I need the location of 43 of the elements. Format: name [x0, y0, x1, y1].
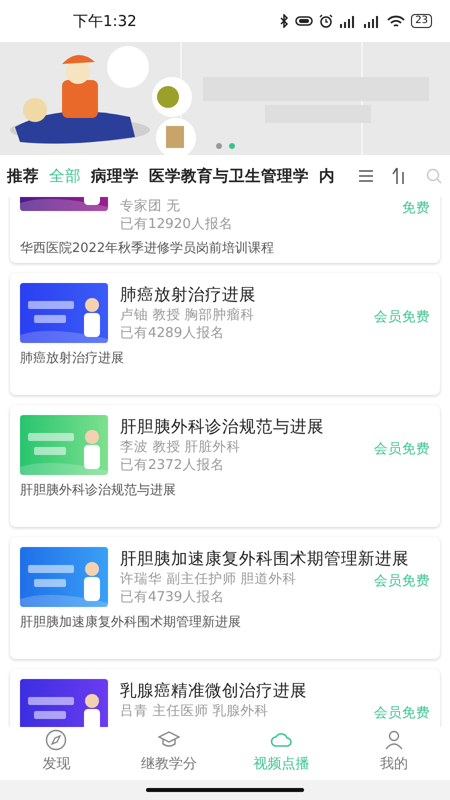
- wifi-icon: [387, 14, 406, 28]
- menu-icon[interactable]: [358, 169, 374, 183]
- enrollment-count: 已有12920人报名: [120, 215, 233, 233]
- course-title: 肝胆胰加速康复外科围术期管理新进展: [120, 548, 409, 570]
- course-card[interactable]: 专家团 无 已有12920人报名 免费 华西医院2022年秋季进修学员岗前培训课程: [10, 197, 440, 263]
- course-description: 华西医院2022年秋季进修学员岗前培训课程: [20, 240, 276, 257]
- enrollment-count: 已有4289人报名: [120, 324, 226, 342]
- lecturer-info: 吕青 主任医师 乳腺外科: [120, 702, 269, 720]
- battery-indicator: 23: [411, 14, 432, 28]
- alarm-icon: [319, 14, 334, 28]
- nav-tab[interactable]: 继教学分: [112, 729, 225, 780]
- category-tab[interactable]: 医学教育与卫生管理学: [149, 166, 309, 186]
- enrollment-count: 已有4739人报名: [120, 588, 226, 606]
- course-card[interactable]: 乳腺癌精准微创治疗进展 吕青 主任医师 乳腺外科 会员免费: [10, 669, 440, 727]
- course-card[interactable]: 肺癌放射治疗进展 卢铀 教授 胸部肿瘤科 已有4289人报名 会员免费 肺癌放射治疗进展: [10, 273, 440, 395]
- price-label: 会员免费: [374, 440, 430, 458]
- lecturer-info: 专家团 无: [120, 197, 182, 215]
- bluetooth-icon: [279, 14, 290, 28]
- status-time: 下午1:32: [73, 12, 138, 30]
- lecturer-info: 卢铀 教授 胸部肿瘤科: [120, 306, 255, 324]
- course-description: 肝胆胰加速康复外科围术期管理新进展: [20, 614, 242, 631]
- course-description: 肺癌放射治疗进展: [20, 350, 125, 367]
- course-description: 肝胆胰外科诊治规范与进展: [20, 482, 177, 499]
- category-tab[interactable]: 病理学: [91, 166, 139, 186]
- enrollment-count: 已有2372人报名: [120, 456, 226, 474]
- price-label: 会员免费: [374, 704, 430, 722]
- price-label: 会员免费: [374, 308, 430, 326]
- nav-tab[interactable]: 我的: [338, 729, 450, 780]
- course-title: 乳腺癌精准微创治疗进展: [120, 680, 307, 702]
- course-title: 肺癌放射治疗进展: [120, 284, 256, 306]
- price-label: 会员免费: [374, 572, 430, 590]
- search-icon[interactable]: [426, 168, 442, 184]
- lecturer-info: 许瑞华 副主任护师 胆道外科: [120, 570, 297, 588]
- category-tab[interactable]: 内: [319, 166, 335, 186]
- lecturer-info: 李波 教授 肝脏外科: [120, 438, 241, 456]
- course-card[interactable]: 肝胆胰加速康复外科围术期管理新进展 许瑞华 副主任护师 胆道外科 已有4739人报名 会员免费 肝胆胰加速康复外科围术期管理新进展: [10, 537, 440, 659]
- nav-tab[interactable]: 发现: [0, 729, 112, 780]
- compass-icon: [45, 729, 68, 751]
- person-icon: [382, 729, 405, 751]
- course-card[interactable]: 肝胆胰外科诊治规范与进展 李波 教授 肝脏外科 已有2372人报名 会员免费 肝胆胰外科诊治规范与进展: [10, 405, 440, 527]
- vibrate-icon: [295, 15, 314, 27]
- course-title: 肝胆胰外科诊治规范与进展: [120, 416, 324, 438]
- price-label: 免费: [402, 199, 430, 217]
